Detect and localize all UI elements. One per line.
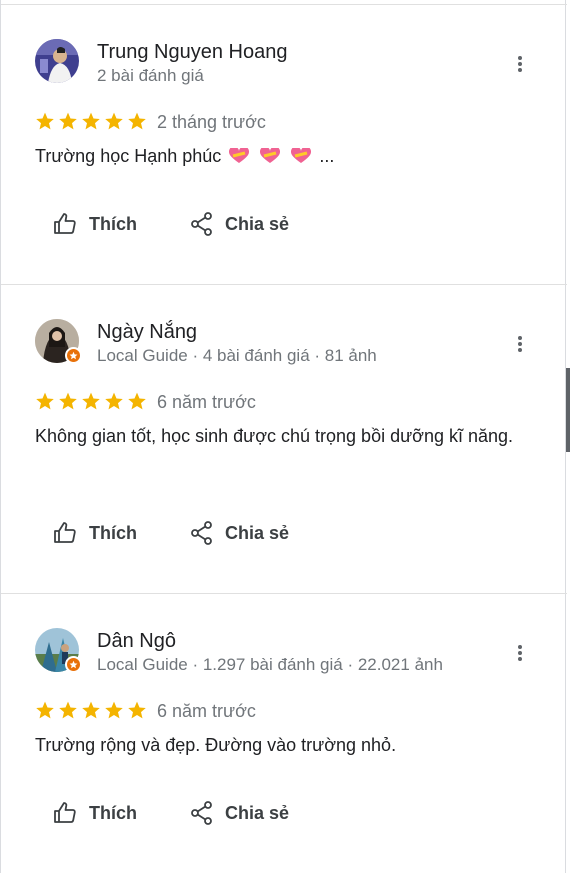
share-label: Chia sẻ xyxy=(225,522,290,543)
more-vert-icon[interactable] xyxy=(509,333,531,355)
star-icon xyxy=(105,112,123,130)
heart-emoji-icon xyxy=(291,148,312,163)
review-text-more[interactable]: ... xyxy=(319,146,334,166)
divider xyxy=(1,4,567,5)
share-button[interactable]: Chia sẻ xyxy=(191,521,289,545)
star-icon xyxy=(105,701,123,719)
share-label: Chia sẻ xyxy=(225,213,290,234)
reviewer-meta[interactable]: 2 bài đánh giá xyxy=(97,65,204,87)
star-icon xyxy=(82,392,100,410)
star-icon xyxy=(82,112,100,130)
scrollbar[interactable] xyxy=(566,368,570,452)
star-icon xyxy=(36,112,54,130)
more-vert-icon[interactable] xyxy=(509,642,531,664)
reviewer-meta[interactable]: Local Guide · 4 bài đánh giá · 81 ảnh xyxy=(97,345,377,367)
avatar[interactable] xyxy=(35,319,82,364)
heart-emoji-icon xyxy=(260,148,281,163)
star-icon xyxy=(82,701,100,719)
avatar[interactable] xyxy=(35,628,82,673)
like-label: Thích xyxy=(89,213,137,234)
star-icon xyxy=(36,701,54,719)
review-text: Trường học Hạnh phúc ... xyxy=(35,141,515,171)
like-label: Thích xyxy=(89,802,137,823)
review-time: 6 năm trước xyxy=(157,392,256,412)
star-icon xyxy=(59,701,77,719)
review-text-content: Trường học Hạnh phúc xyxy=(35,146,222,166)
share-button[interactable]: Chia sẻ xyxy=(191,801,289,825)
like-button[interactable]: Thích xyxy=(53,801,137,825)
like-button[interactable]: Thích xyxy=(53,521,137,545)
review-text: Trường rộng và đẹp. Đường vào trường nhỏ… xyxy=(35,735,397,755)
review-text: Không gian tốt, học sinh được chú trọng … xyxy=(35,426,514,446)
star-icon xyxy=(128,392,146,410)
share-icon xyxy=(191,212,212,236)
reviewer-name[interactable]: Dân Ngô xyxy=(97,629,176,653)
star-icon xyxy=(128,112,146,130)
star-rating xyxy=(35,391,147,411)
star-rating xyxy=(35,111,147,131)
divider xyxy=(1,593,567,594)
heart-emoji-icon xyxy=(229,148,250,163)
reviewer-name[interactable]: Trung Nguyen Hoang xyxy=(97,40,288,64)
local-guide-badge xyxy=(65,347,82,364)
share-icon xyxy=(191,801,212,825)
thumbs-up-icon xyxy=(54,802,76,823)
reviewer-meta[interactable]: Local Guide · 1.297 bài đánh giá · 22.02… xyxy=(97,654,443,676)
share-button[interactable]: Chia sẻ xyxy=(191,212,289,236)
reviews-panel: Trung Nguyen Hoang 2 bài đánh giá 2 thán… xyxy=(0,0,567,873)
like-label: Thích xyxy=(89,522,137,543)
share-label: Chia sẻ xyxy=(225,802,290,823)
star-icon xyxy=(59,392,77,410)
thumbs-up-icon xyxy=(54,213,76,234)
like-button[interactable]: Thích xyxy=(53,212,137,236)
avatar[interactable] xyxy=(35,39,79,83)
more-vert-icon[interactable] xyxy=(509,53,531,75)
star-icon xyxy=(105,392,123,410)
local-guide-badge xyxy=(65,656,82,673)
divider xyxy=(1,284,567,285)
star-icon xyxy=(59,112,77,130)
thumbs-up-icon xyxy=(54,522,76,543)
share-icon xyxy=(191,521,212,545)
review-time: 6 năm trước xyxy=(157,701,256,721)
star-rating xyxy=(35,700,147,720)
review-time: 2 tháng trước xyxy=(157,112,266,132)
reviewer-name[interactable]: Ngày Nắng xyxy=(97,320,197,344)
star-icon xyxy=(128,701,146,719)
star-icon xyxy=(36,392,54,410)
